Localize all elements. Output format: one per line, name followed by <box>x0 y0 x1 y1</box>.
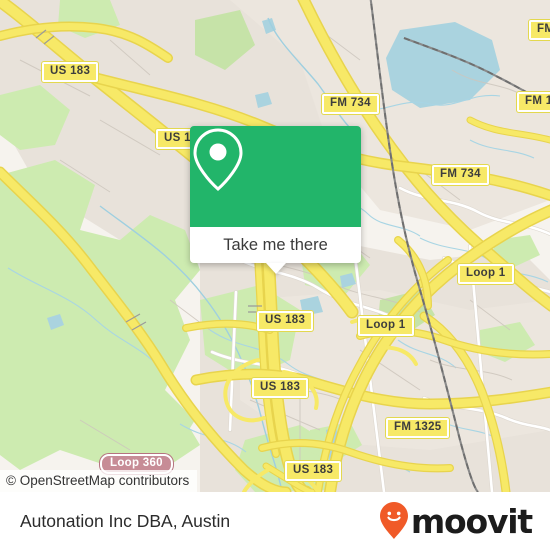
moovit-logo[interactable]: moovit <box>379 501 533 541</box>
road-label-fm-clipped: FM <box>529 20 550 40</box>
place-title: Autonation Inc DBA, Austin <box>20 510 231 531</box>
bottom-info-bar: Autonation Inc DBA, Austin moovit <box>0 492 550 550</box>
road-label-us183-4: US 183 <box>252 378 309 398</box>
road-label-us183-1: US 183 <box>42 62 99 82</box>
road-label-loop1-1: Loop 1 <box>458 264 514 284</box>
map-canvas[interactable]: .park{fill:#cdebb0;} .parkdark{fill:#c6e… <box>0 0 550 492</box>
destination-callout: Take me there <box>190 126 361 274</box>
road-label-us183-3: US 183 <box>257 311 314 331</box>
moovit-pin-smile-icon <box>379 502 408 539</box>
road-label-fm734-2: FM 734 <box>432 165 489 185</box>
road-label-fm734-1: FM 734 <box>322 94 379 114</box>
road-label-us183-5: US 183 <box>285 461 342 481</box>
take-me-there-button[interactable]: Take me there <box>190 227 361 274</box>
road-label-loop1-2: Loop 1 <box>358 316 414 336</box>
map-screen: .park{fill:#cdebb0;} .parkdark{fill:#c6e… <box>0 0 550 550</box>
road-label-fm1325: FM 1325 <box>386 418 450 438</box>
osm-attribution[interactable]: © OpenStreetMap contributors <box>0 470 198 492</box>
moovit-wordmark: moovit <box>410 501 533 541</box>
callout-icon-area <box>190 126 361 227</box>
callout-tail <box>265 263 286 274</box>
map-pin-icon <box>193 128 243 191</box>
road-label-fm1-clipped: FM 1 <box>517 92 550 112</box>
take-me-there-label: Take me there <box>223 235 328 254</box>
